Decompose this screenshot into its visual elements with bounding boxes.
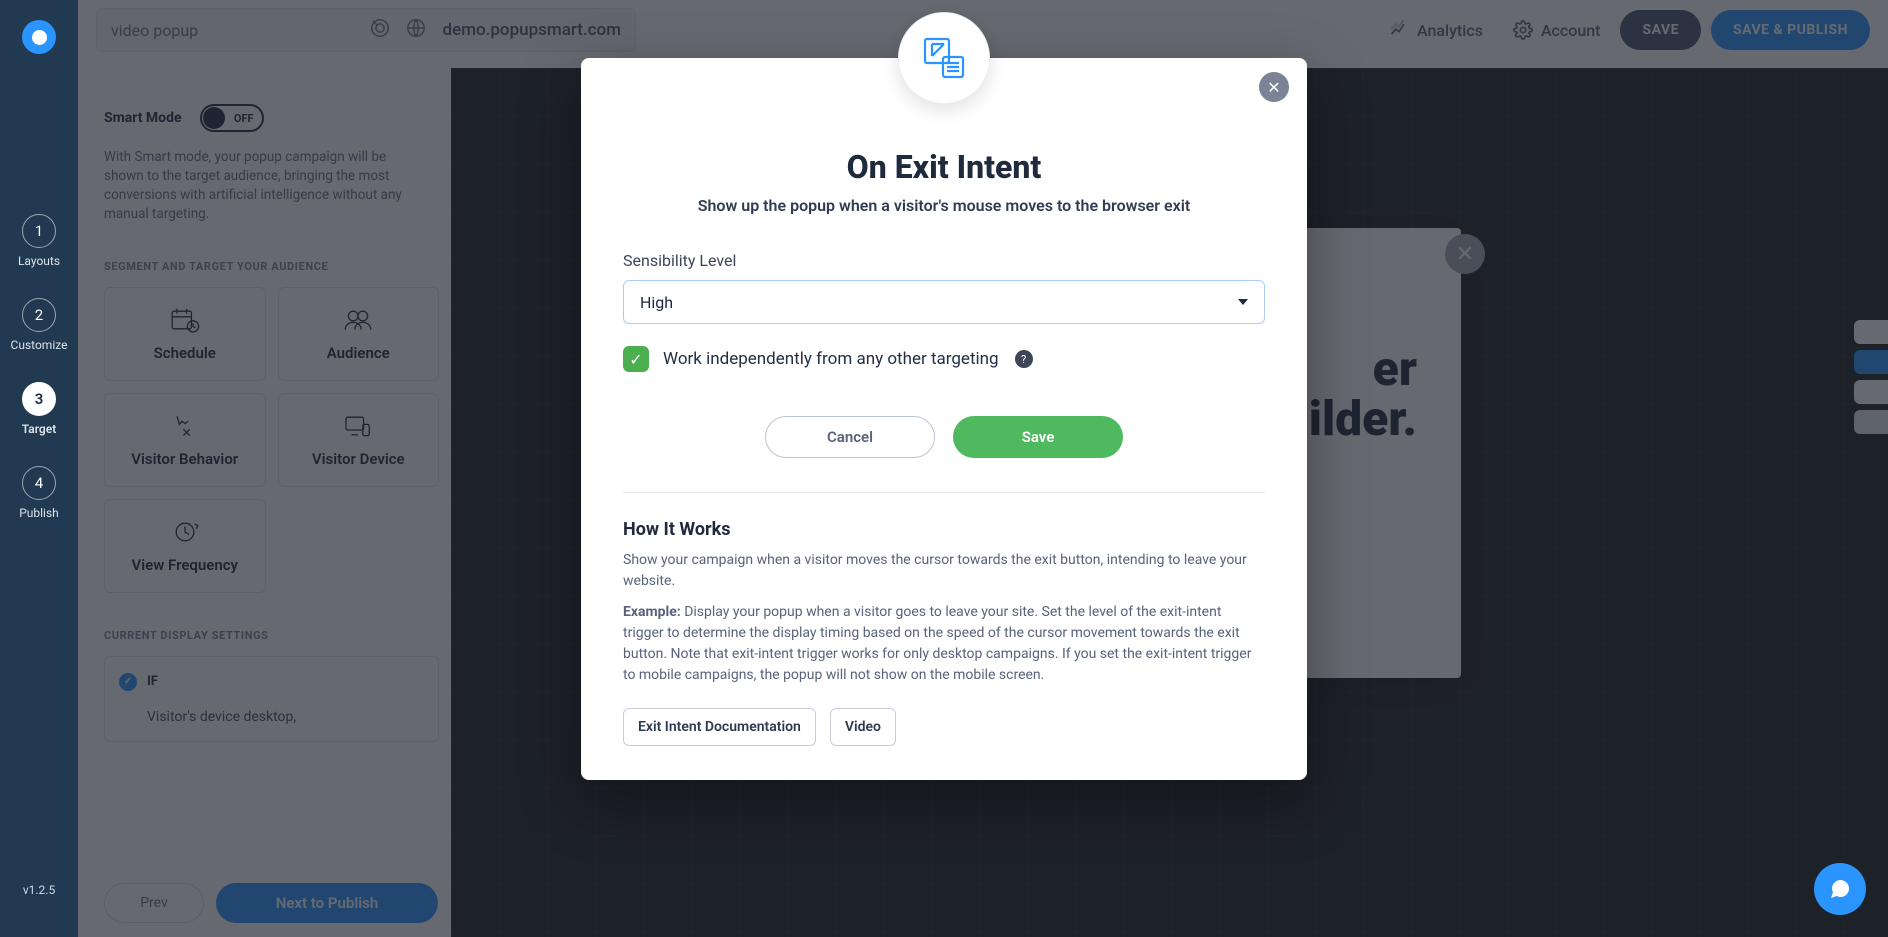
- step-number: 3: [22, 382, 56, 416]
- step-number: 4: [22, 466, 56, 500]
- step-label: Publish: [19, 506, 59, 520]
- modal-close-button[interactable]: ✕: [1259, 72, 1289, 102]
- independent-checkbox-row: ✓ Work independently from any other targ…: [623, 346, 1265, 372]
- doc-link-button[interactable]: Exit Intent Documentation: [623, 708, 816, 746]
- how-it-works-desc: Show your campaign when a visitor moves …: [623, 550, 1265, 592]
- exit-intent-modal: ✕ On Exit Intent Show up the popup when …: [581, 58, 1307, 780]
- help-icon[interactable]: ?: [1015, 350, 1033, 368]
- chevron-down-icon: [1238, 299, 1248, 305]
- sensibility-value: High: [640, 293, 673, 312]
- how-it-works-example: Example: Display your popup when a visit…: [623, 602, 1265, 686]
- step-customize[interactable]: 2 Customize: [11, 298, 68, 352]
- step-layouts[interactable]: 1 Layouts: [18, 214, 60, 268]
- how-it-works-title: How It Works: [623, 519, 1265, 540]
- step-label: Target: [22, 422, 57, 436]
- example-text: Display your popup when a visitor goes t…: [623, 604, 1251, 683]
- step-rail: 1 Layouts 2 Customize 3 Target 4 Publish…: [0, 0, 78, 937]
- exit-intent-icon: [898, 12, 990, 104]
- step-target[interactable]: 3 Target: [22, 382, 57, 436]
- independent-label: Work independently from any other target…: [663, 349, 999, 369]
- modal-cancel-button[interactable]: Cancel: [765, 416, 935, 458]
- example-label: Example:: [623, 604, 681, 620]
- step-number: 2: [22, 298, 56, 332]
- divider: [623, 492, 1265, 493]
- version-label: v1.2.5: [23, 883, 55, 937]
- sensibility-label: Sensibility Level: [623, 251, 1265, 270]
- modal-save-button[interactable]: Save: [953, 416, 1123, 458]
- independent-checkbox[interactable]: ✓: [623, 346, 649, 372]
- video-link-button[interactable]: Video: [830, 708, 896, 746]
- modal-title: On Exit Intent: [623, 148, 1265, 186]
- step-label: Layouts: [18, 254, 60, 268]
- step-label: Customize: [11, 338, 68, 352]
- step-number: 1: [22, 214, 56, 248]
- step-publish[interactable]: 4 Publish: [19, 466, 59, 520]
- sensibility-select[interactable]: High: [623, 280, 1265, 324]
- chat-launcher[interactable]: [1814, 863, 1866, 915]
- modal-subtitle: Show up the popup when a visitor's mouse…: [623, 196, 1265, 215]
- brand-logo[interactable]: [22, 20, 56, 54]
